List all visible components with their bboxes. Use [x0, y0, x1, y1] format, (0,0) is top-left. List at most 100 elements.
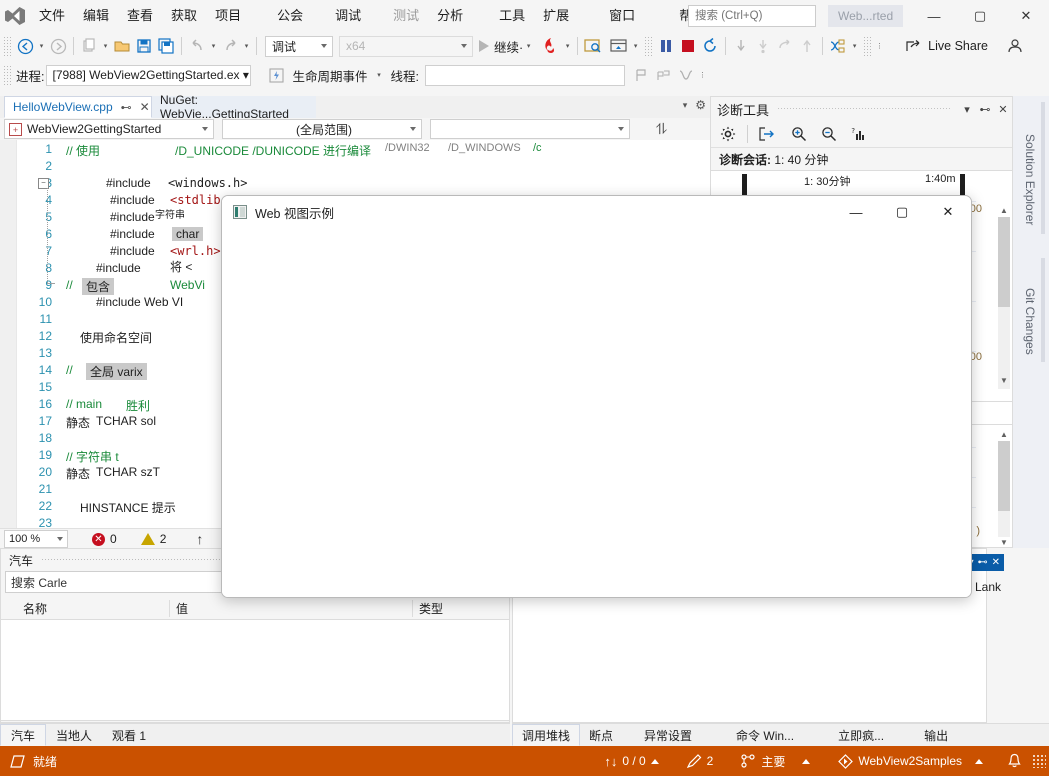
step-into-icon[interactable] — [730, 35, 752, 57]
zoom-in-icon[interactable] — [788, 123, 810, 145]
thread-combo[interactable] — [424, 64, 625, 86]
toolbar-grip-4[interactable] — [3, 65, 11, 85]
toolbar-grip-3[interactable] — [863, 36, 872, 56]
pin-icon[interactable]: ⊷ — [121, 101, 132, 114]
continue-dropdown-icon[interactable]: ▾ — [523, 35, 534, 57]
live-share-label[interactable]: Live Share — [928, 39, 988, 53]
column-header-value[interactable]: 值 — [169, 599, 412, 617]
gear-icon[interactable] — [717, 123, 739, 145]
menu-item-build[interactable]: 公会 — [268, 0, 312, 32]
hot-reload-dropdown-icon[interactable]: ▾ — [562, 35, 573, 57]
thread-view-icon[interactable] — [827, 35, 849, 57]
vtab-solution-explorer[interactable]: Solution Explorer — [1013, 98, 1037, 262]
pin-icon[interactable]: ⊷ — [976, 103, 994, 116]
dialog-minimize-icon[interactable]: — — [833, 196, 879, 228]
toolbar-overflow-icon[interactable]: ⋮ — [874, 35, 885, 57]
stop-debugging-icon[interactable] — [677, 35, 699, 57]
navigate-forward-icon[interactable] — [47, 35, 69, 57]
project-combo[interactable]: + WebView2GettingStarted — [4, 119, 214, 139]
caret-up-icon[interactable] — [650, 758, 659, 764]
lifecycle-dropdown-icon[interactable]: ▾ — [374, 64, 385, 86]
window-controls[interactable]: — ▢ ✕ — [911, 0, 1049, 32]
flag-group-icon[interactable] — [653, 64, 675, 86]
navigate-back-icon[interactable] — [14, 35, 36, 57]
flag-icon[interactable] — [631, 64, 653, 86]
undo-icon[interactable] — [186, 35, 208, 57]
step-out-icon[interactable] — [774, 35, 796, 57]
chevron-down-icon[interactable] — [461, 43, 467, 48]
undo-dropdown-icon[interactable]: ▾ — [208, 35, 219, 57]
close-icon[interactable]: ✕ — [992, 557, 1000, 568]
notifications[interactable] — [997, 746, 1032, 776]
tab-call-stack[interactable]: 调用堆栈 — [512, 724, 581, 746]
source-control-sync[interactable]: ↑↓ 0 / 0 — [590, 746, 672, 776]
menu-item-project[interactable]: 项目 — [206, 0, 250, 32]
show-live-visual-tree-icon[interactable] — [608, 35, 630, 57]
debug-toolbar-overflow-icon[interactable]: ⋮ — [697, 64, 708, 86]
live-visual-tree-dropdown-icon[interactable]: ▾ — [630, 35, 641, 57]
tab-exception-settings[interactable]: 异常设置 — [622, 724, 714, 746]
menu-item-tools[interactable]: 工具 — [490, 0, 534, 32]
new-project-icon[interactable] — [78, 35, 100, 57]
quick-search-box[interactable] — [688, 5, 851, 27]
toolbar-grip-2[interactable] — [644, 36, 653, 56]
platform-combo[interactable]: x64 — [339, 35, 473, 57]
new-project-dropdown-icon[interactable]: ▾ — [100, 35, 111, 57]
minimize-icon[interactable]: — — [911, 0, 957, 32]
menu-item-edit[interactable]: 编辑 — [74, 0, 118, 32]
webview-content-area[interactable] — [222, 228, 971, 597]
zoom-out-icon[interactable] — [818, 123, 840, 145]
menu-item-get[interactable]: 获取 — [162, 0, 206, 32]
gear-icon[interactable]: ⚙ — [695, 98, 706, 112]
continue-button[interactable]: 继续· — [479, 35, 523, 57]
menu-item-debug[interactable]: 调试 — [326, 0, 370, 32]
caret-up-icon-2[interactable] — [802, 758, 811, 764]
column-header-name[interactable]: 名称 — [1, 600, 169, 617]
thread-filter-icon[interactable] — [675, 64, 697, 86]
pin-icon[interactable]: ⊷ — [978, 557, 988, 568]
break-all-icon[interactable] — [655, 35, 677, 57]
dialog-title-bar[interactable]: Web 视图示例 — ▢ ✕ — [222, 196, 971, 228]
close-icon[interactable]: ✕ — [994, 103, 1012, 116]
vtab-git-changes[interactable]: Git Changes — [1013, 254, 1037, 388]
chevron-down-icon[interactable] — [410, 127, 416, 131]
menu-item-test[interactable]: 测试 — [384, 0, 428, 32]
redo-dropdown-icon[interactable]: ▾ — [241, 35, 252, 57]
tab-immediate-window[interactable]: 立即疯... — [816, 724, 906, 746]
chevron-down-icon[interactable] — [57, 537, 63, 541]
resize-grip[interactable] — [1032, 754, 1046, 768]
scroll-up-icon-2[interactable]: ▲ — [998, 427, 1010, 441]
navigate-back-dropdown-icon[interactable]: ▾ — [36, 35, 47, 57]
menu-item-analyze[interactable]: 分析 — [428, 0, 472, 32]
live-share-icon[interactable] — [903, 35, 925, 57]
zoom-combo[interactable]: 100 % — [4, 530, 68, 548]
hot-reload-icon[interactable] — [540, 35, 562, 57]
tab-locals[interactable]: 当地人 — [46, 724, 102, 746]
scope-combo[interactable]: (全局范围) — [222, 119, 422, 139]
repository[interactable]: WebView2Samples — [824, 746, 997, 776]
git-branch[interactable]: 主要 — [727, 746, 824, 776]
toolbar-grip[interactable] — [3, 36, 11, 56]
lifecycle-events-label[interactable]: 生命周期事件 — [292, 66, 367, 85]
run-to-cursor-icon[interactable] — [796, 35, 818, 57]
tab-watch-1[interactable]: 观看 1 — [102, 724, 156, 746]
chart-icon[interactable]: ? — [848, 123, 870, 145]
tab-strip-controls[interactable]: ▾ ⚙ — [683, 98, 706, 112]
scroll-up-icon[interactable]: ▲ — [998, 203, 1010, 217]
restart-icon[interactable] — [699, 35, 721, 57]
tab-command-window[interactable]: 命令 Win... — [714, 724, 816, 746]
member-combo[interactable] — [430, 119, 630, 139]
tab-hellowebview-cpp[interactable]: HelloWebView.cpp ⊷ ✕ — [4, 96, 152, 118]
show-diagnostic-tools-icon[interactable] — [582, 35, 604, 57]
step-over-icon[interactable] — [752, 35, 774, 57]
open-file-icon[interactable] — [111, 35, 133, 57]
chevron-down-icon[interactable] — [202, 127, 208, 131]
scroll-down-icon[interactable]: ▼ — [998, 373, 1010, 387]
caret-up-icon-3[interactable] — [975, 758, 983, 764]
error-count[interactable]: ✕ 0 — [92, 532, 117, 546]
tab-output[interactable]: 输出 — [906, 724, 966, 746]
warning-count[interactable]: 2 — [140, 532, 166, 546]
close-icon[interactable]: ✕ — [1003, 0, 1049, 32]
navigate-up-icon[interactable]: ↑ — [196, 531, 203, 547]
menu-item-file[interactable]: 文件 — [30, 0, 74, 32]
